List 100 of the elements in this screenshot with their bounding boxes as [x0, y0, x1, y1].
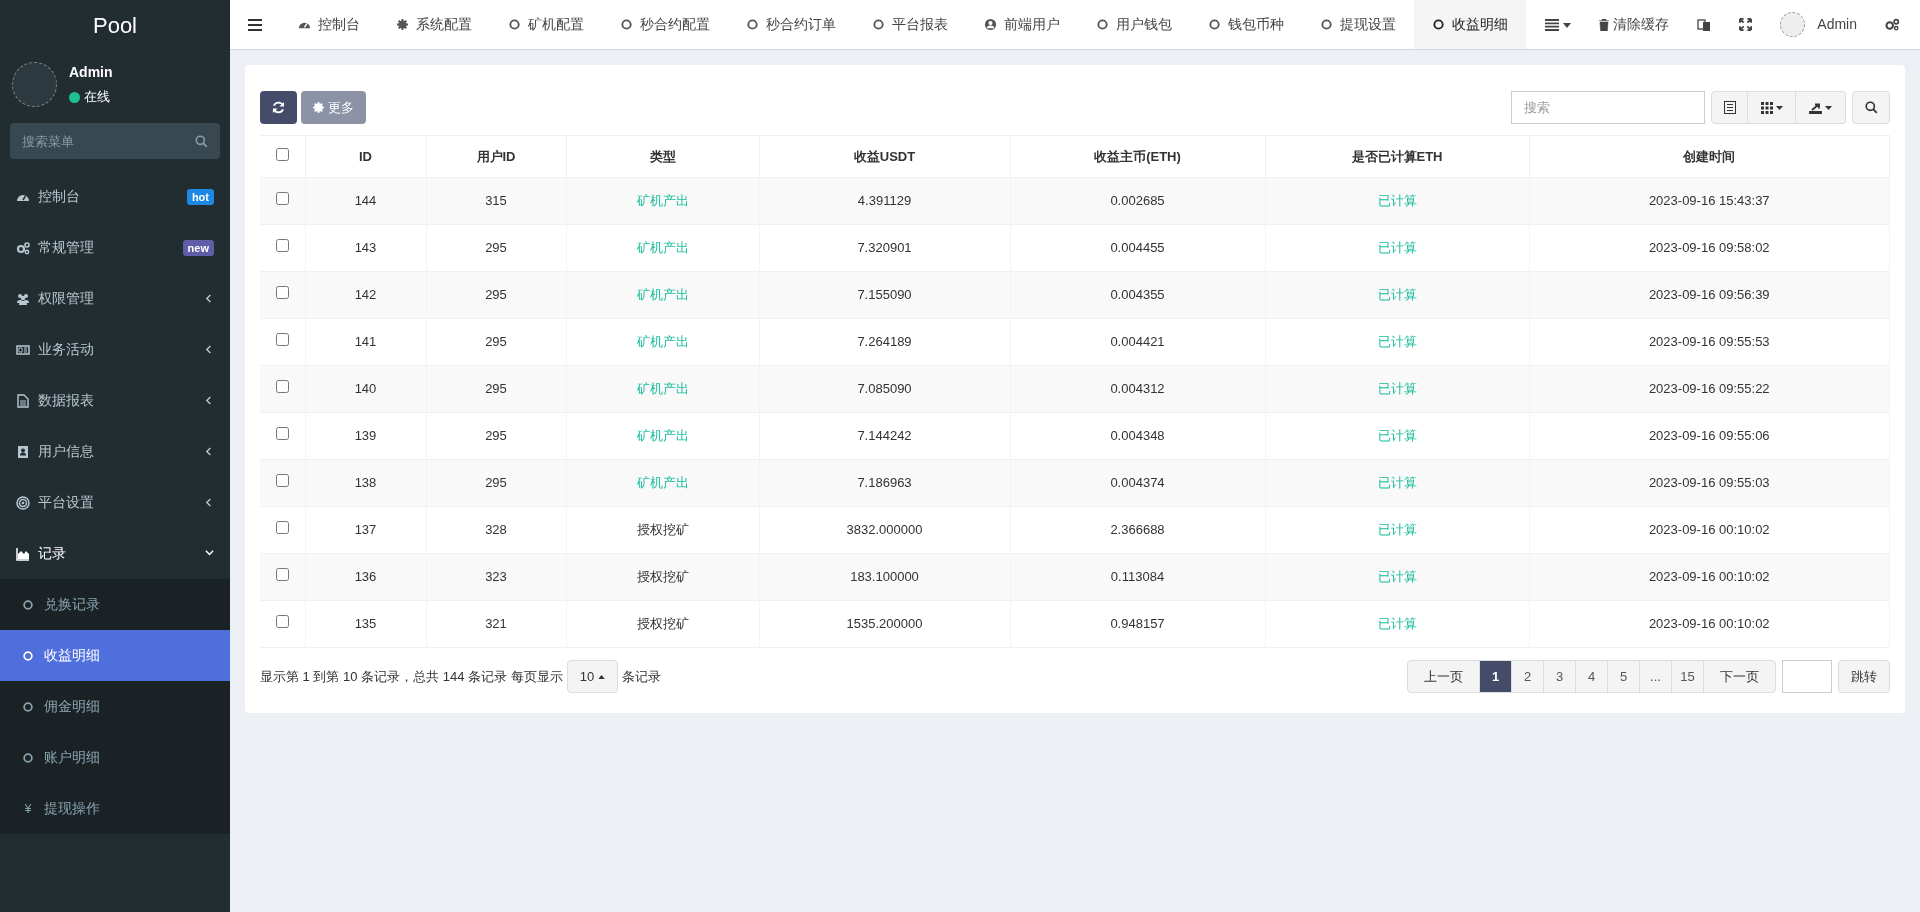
refresh-button[interactable]	[260, 91, 297, 124]
page-button[interactable]: 2	[1511, 660, 1544, 693]
user-id-cell: 295	[426, 271, 566, 319]
nav-tab[interactable]: 系统配置	[378, 0, 490, 49]
settings-icon[interactable]	[1885, 18, 1900, 31]
page-button[interactable]: 15	[1671, 660, 1704, 693]
prev-page-button[interactable]: 上一页	[1407, 660, 1480, 693]
row-checkbox[interactable]	[275, 239, 289, 253]
user-id-cell: 295	[426, 412, 566, 460]
export-icon	[1809, 101, 1832, 114]
menu-search-field[interactable]: 搜索菜单	[10, 123, 220, 159]
search-field[interactable]: 搜索	[1511, 91, 1705, 124]
toggle-view-button[interactable]	[1711, 91, 1748, 124]
yen-icon: ¥	[22, 799, 34, 818]
page-size-dropdown[interactable]: 10	[566, 660, 619, 693]
calculated-cell: 已计算	[1265, 412, 1529, 460]
circle-icon	[22, 700, 34, 713]
search-icon	[195, 135, 208, 148]
nav-tab[interactable]: 前端用户	[966, 0, 1078, 49]
row-checkbox[interactable]	[275, 286, 289, 300]
row-checkbox[interactable]	[275, 521, 289, 535]
nav-tab[interactable]: 钱包币种	[1190, 0, 1302, 49]
usdt-cell: 7.155090	[759, 271, 1010, 319]
page-button[interactable]: 1	[1479, 660, 1512, 693]
circle-icon	[872, 18, 885, 31]
type-cell: 授权挖矿	[566, 506, 759, 554]
id-cell: 136	[305, 553, 426, 601]
usdt-cell: 7.186963	[759, 459, 1010, 507]
sidebar-item[interactable]: 权限管理	[0, 273, 230, 324]
sidebar-item[interactable]: 控制台 hot	[0, 171, 230, 222]
type-cell: 矿机产出	[566, 365, 759, 413]
sidebar-item[interactable]: 数据报表	[0, 375, 230, 426]
sidebar-item[interactable]: 平台设置	[0, 477, 230, 528]
nav-tab[interactable]: 收益明细	[1414, 0, 1526, 49]
time-cell: 2023-09-16 15:43:37	[1529, 177, 1890, 225]
submenu-item[interactable]: 佣金明细	[0, 681, 230, 732]
translate-icon[interactable]	[1697, 17, 1712, 32]
file-icon	[16, 393, 30, 408]
nav-tab[interactable]: 提现设置	[1302, 0, 1414, 49]
admin-name[interactable]: Admin	[1817, 14, 1857, 35]
page-number-field[interactable]	[1782, 660, 1832, 693]
nav-tab[interactable]: 秒合约订单	[728, 0, 854, 49]
nav-tab[interactable]: 秒合约配置	[602, 0, 728, 49]
circle-icon	[22, 598, 34, 611]
submenu-item[interactable]: 账户明细	[0, 732, 230, 783]
columns-button[interactable]	[1748, 91, 1796, 124]
column-header: 类型	[566, 135, 759, 178]
jump-button[interactable]: 跳转	[1838, 660, 1890, 693]
grid-icon	[1760, 101, 1783, 114]
user-id-cell: 321	[426, 600, 566, 648]
time-cell: 2023-09-16 09:58:02	[1529, 224, 1890, 272]
search-icon	[1864, 101, 1878, 114]
avatar-placeholder	[12, 62, 57, 107]
sidebar-item[interactable]: 记录	[0, 528, 230, 579]
row-checkbox[interactable]	[275, 380, 289, 394]
time-cell: 2023-09-16 00:10:02	[1529, 600, 1890, 648]
menu-badge: new	[182, 239, 214, 256]
circle-icon	[620, 18, 633, 31]
row-checkbox[interactable]	[275, 568, 289, 582]
clear-cache-button[interactable]: 清除缓存	[1599, 14, 1670, 35]
eth-cell: 0.948157	[1010, 600, 1265, 648]
nav-tab[interactable]: 用户钱包	[1078, 0, 1190, 49]
search-button[interactable]	[1852, 91, 1890, 124]
row-checkbox[interactable]	[275, 192, 289, 206]
row-checkbox[interactable]	[275, 615, 289, 629]
records-summary: 显示第 1 到第 10 条记录，总共 144 条记录 每页显示	[260, 667, 563, 686]
calculated-cell: 已计算	[1265, 506, 1529, 554]
next-page-button[interactable]: 下一页	[1703, 660, 1776, 693]
nav-tab[interactable]: 平台报表	[854, 0, 966, 49]
list-dropdown-icon[interactable]	[1545, 18, 1572, 31]
sidebar-item[interactable]: 用户信息	[0, 426, 230, 477]
usdt-cell: 4.391129	[759, 177, 1010, 225]
eth-cell: 0.004312	[1010, 365, 1265, 413]
submenu-item[interactable]: 兑换记录	[0, 579, 230, 630]
eth-cell: 0.004421	[1010, 318, 1265, 366]
submenu-item[interactable]: 收益明细	[0, 630, 230, 681]
time-cell: 2023-09-16 09:56:39	[1529, 271, 1890, 319]
sidebar-item[interactable]: 业务活动	[0, 324, 230, 375]
fullscreen-icon[interactable]	[1739, 18, 1753, 31]
export-button[interactable]	[1796, 91, 1846, 124]
page-button[interactable]: ...	[1639, 660, 1672, 693]
eth-cell: 0.004374	[1010, 459, 1265, 507]
page-button[interactable]: 3	[1543, 660, 1576, 693]
row-checkbox[interactable]	[275, 474, 289, 488]
page-button[interactable]: 4	[1575, 660, 1608, 693]
select-all-checkbox[interactable]	[275, 147, 289, 161]
user-id-cell: 295	[426, 365, 566, 413]
target-icon	[16, 495, 30, 510]
calculated-cell: 已计算	[1265, 365, 1529, 413]
nav-tab[interactable]: 矿机配置	[490, 0, 602, 49]
menu-icon[interactable]	[248, 18, 262, 31]
calculated-cell: 已计算	[1265, 600, 1529, 648]
time-cell: 2023-09-16 09:55:06	[1529, 412, 1890, 460]
row-checkbox[interactable]	[275, 333, 289, 347]
sidebar-item[interactable]: 常规管理 new	[0, 222, 230, 273]
row-checkbox[interactable]	[275, 427, 289, 441]
page-button[interactable]: 5	[1607, 660, 1640, 693]
submenu-item[interactable]: ¥ 提现操作	[0, 783, 230, 834]
usdt-cell: 1535.200000	[759, 600, 1010, 648]
nav-tab[interactable]: 控制台	[280, 0, 378, 49]
